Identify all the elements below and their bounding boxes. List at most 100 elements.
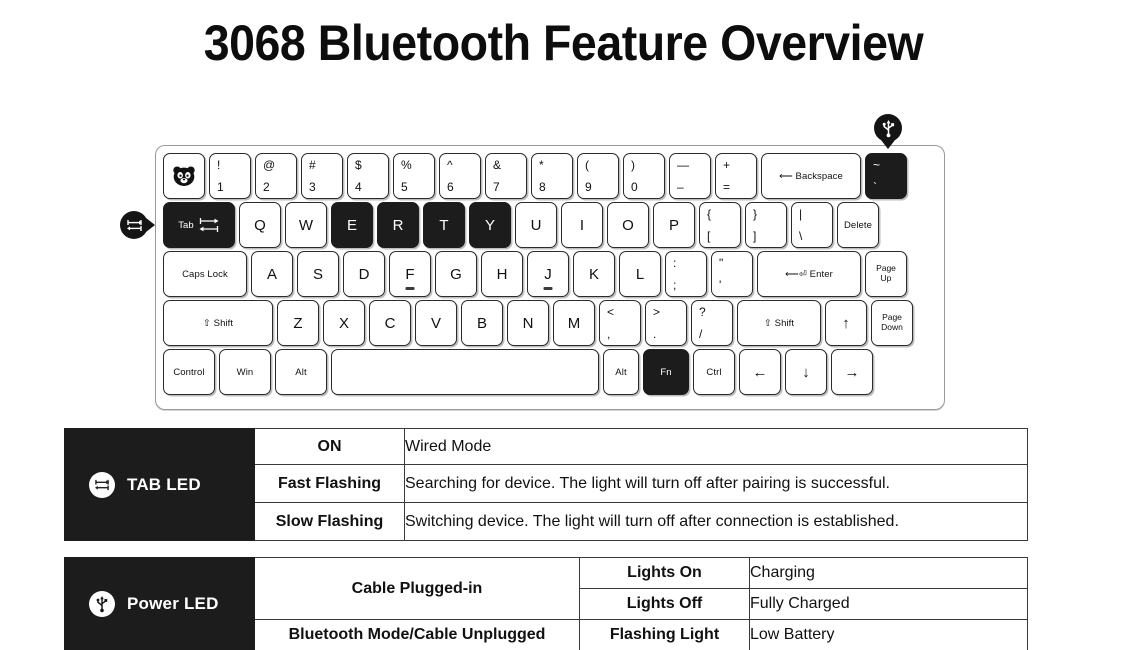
key-minus[interactable]: — – xyxy=(669,153,711,199)
key-a[interactable]: A xyxy=(251,251,293,297)
key-8-base-legend: 8 xyxy=(539,180,546,194)
key-quote-shifted-legend: " xyxy=(719,256,724,270)
key-semicolon[interactable]: :; xyxy=(665,251,707,297)
fn-key[interactable]: Fn xyxy=(643,349,689,395)
key-u[interactable]: U xyxy=(515,202,557,248)
key-v[interactable]: V xyxy=(415,300,457,346)
right-alt-key-label: Alt xyxy=(615,366,627,378)
key-9[interactable]: (9 xyxy=(577,153,619,199)
control-key[interactable]: Control xyxy=(163,349,215,395)
key-x[interactable]: X xyxy=(323,300,365,346)
key-l[interactable]: L xyxy=(619,251,661,297)
key-backslash[interactable]: | \ xyxy=(791,202,833,248)
key-backtick-shifted-legend: ~ xyxy=(873,158,881,172)
arrow-right-key[interactable]: → xyxy=(831,349,873,395)
key-1[interactable]: ! 1 xyxy=(209,153,251,199)
tab-led-state: Slow Flashing xyxy=(254,502,405,541)
key-z[interactable]: Z xyxy=(277,300,319,346)
tab-led-state: Fast Flashing xyxy=(254,464,405,503)
key-o[interactable]: O xyxy=(607,202,649,248)
key-minus-shifted-legend: — xyxy=(677,158,689,172)
key-minus-base-legend: – xyxy=(677,180,684,194)
key-q[interactable]: Q xyxy=(239,202,281,248)
key-p[interactable]: P xyxy=(653,202,695,248)
table-row: Power LED Cable Plugged-in Lights On Cha… xyxy=(64,557,1028,650)
key-f[interactable]: F xyxy=(389,251,431,297)
power-led-table: Power LED Cable Plugged-in Lights On Cha… xyxy=(64,557,1028,650)
key-quote[interactable]: " ' xyxy=(711,251,753,297)
tab-key[interactable]: Tab xyxy=(163,202,235,248)
arrow-down-key[interactable]: ↓ xyxy=(785,349,827,395)
left-alt-key[interactable]: Alt xyxy=(275,349,327,395)
key-g[interactable]: G xyxy=(435,251,477,297)
key-4[interactable]: $4 xyxy=(347,153,389,199)
key-3[interactable]: #3 xyxy=(301,153,343,199)
key-h-label: H xyxy=(496,265,508,283)
key-b-label: B xyxy=(476,314,487,332)
arrow-up-key[interactable]: ↑ xyxy=(825,300,867,346)
key-m[interactable]: M xyxy=(553,300,595,346)
arrow-left-key[interactable]: ← xyxy=(739,349,781,395)
right-shift-key[interactable]: ⇧ Shift xyxy=(737,300,821,346)
key-comma[interactable]: <, xyxy=(599,300,641,346)
capslock-key[interactable]: Caps Lock xyxy=(163,251,247,297)
key-r[interactable]: R xyxy=(377,202,419,248)
arrow-right-key-label: → xyxy=(844,363,860,381)
key-6[interactable]: ^ 6 xyxy=(439,153,481,199)
key-n[interactable]: N xyxy=(507,300,549,346)
key-s-label: S xyxy=(312,265,323,283)
key-comma-base-legend: , xyxy=(607,327,611,341)
key-equals[interactable]: + = xyxy=(715,153,757,199)
enter-key[interactable]: ⟵⏎ Enter xyxy=(757,251,861,297)
key-t[interactable]: T xyxy=(423,202,465,248)
power-led-label-cell: Power LED xyxy=(64,557,255,650)
key-equals-base-legend: = xyxy=(723,180,731,194)
left-alt-key-label: Alt xyxy=(295,366,307,378)
tab-led-state: ON xyxy=(254,428,405,465)
key-slash[interactable]: ? / xyxy=(691,300,733,346)
key-5-base-legend: 5 xyxy=(401,180,408,194)
right-alt-key[interactable]: Alt xyxy=(603,349,639,395)
key-backtick[interactable]: ~ ` xyxy=(865,153,907,199)
key-8[interactable]: * 8 xyxy=(531,153,573,199)
usb-badge-icon xyxy=(89,591,115,617)
key-backtick-base-legend: ` xyxy=(873,180,877,194)
homing-bump xyxy=(405,287,415,290)
key-7[interactable]: & 7 xyxy=(485,153,527,199)
key-w[interactable]: W xyxy=(285,202,327,248)
left-shift-key-label: ⇧ Shift xyxy=(202,317,234,329)
win-key[interactable]: Win xyxy=(219,349,271,395)
key-e[interactable]: E xyxy=(331,202,373,248)
pagedown-key-label: Page Down xyxy=(881,312,903,332)
key-6-shifted-legend: ^ xyxy=(447,158,453,172)
key-c[interactable]: C xyxy=(369,300,411,346)
key-s[interactable]: S xyxy=(297,251,339,297)
delete-key[interactable]: Delete xyxy=(837,202,879,248)
key-semicolon-base-legend: ; xyxy=(673,278,677,292)
key-quote-base-legend: ' xyxy=(719,278,722,292)
key-d[interactable]: D xyxy=(343,251,385,297)
pageup-key-label: Page Up xyxy=(876,263,896,283)
bottom-row: Control Win Alt Alt Fn Ctrl ← ↓ → xyxy=(163,349,937,395)
key-h[interactable]: H xyxy=(481,251,523,297)
pagedown-key[interactable]: Page Down xyxy=(871,300,913,346)
key-j[interactable]: J xyxy=(527,251,569,297)
backspace-key[interactable]: ⟵ Backspace xyxy=(761,153,861,199)
key-period[interactable]: >. xyxy=(645,300,687,346)
left-shift-key[interactable]: ⇧ Shift xyxy=(163,300,273,346)
escape-key[interactable] xyxy=(163,153,205,199)
key-2[interactable]: @2 xyxy=(255,153,297,199)
key-w-label: W xyxy=(298,216,314,234)
key-i[interactable]: I xyxy=(561,202,603,248)
key-rightbracket[interactable]: }] xyxy=(745,202,787,248)
key-y[interactable]: Y xyxy=(469,202,511,248)
key-0[interactable]: ) 0 xyxy=(623,153,665,199)
key-5[interactable]: % 5 xyxy=(393,153,435,199)
pageup-key[interactable]: Page Up xyxy=(865,251,907,297)
space-key[interactable] xyxy=(331,349,599,395)
key-k[interactable]: K xyxy=(573,251,615,297)
key-b[interactable]: B xyxy=(461,300,503,346)
key-leftbracket[interactable]: {[ xyxy=(699,202,741,248)
tab-led-table: TAB LED ON Wired Mode Fast Flashing Sear… xyxy=(64,428,1028,541)
right-ctrl-key[interactable]: Ctrl xyxy=(693,349,735,395)
